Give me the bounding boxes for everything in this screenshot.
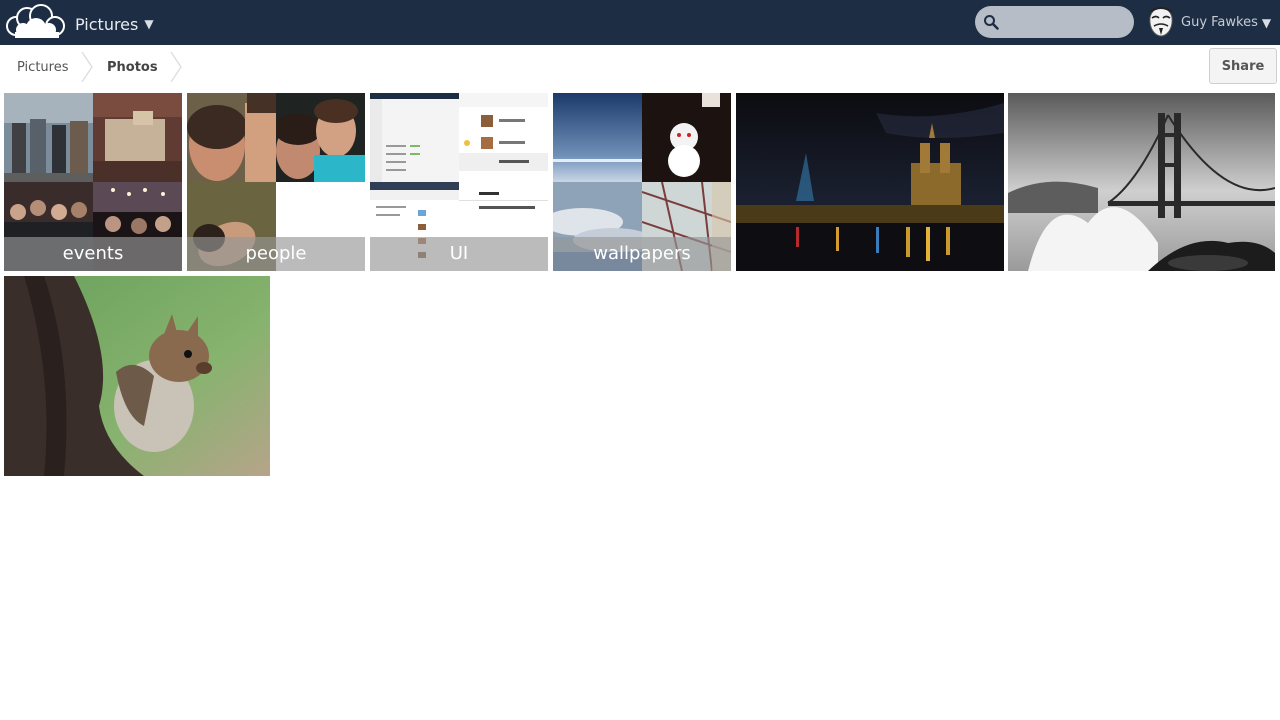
user-menu[interactable]: Guy Fawkes ▼ [1181,15,1271,30]
top-header: Pictures ▼ Guy Fawkes ▼ [0,0,1280,45]
cloud-logo-icon[interactable] [5,4,67,40]
photo-tile-cathedral-night[interactable] [736,93,1004,271]
avatar[interactable] [1146,6,1176,38]
photo-thumbnail [4,276,270,476]
album-label: people [187,237,365,271]
share-button[interactable]: Share [1209,48,1277,84]
app-name: Pictures [75,14,139,34]
photo-thumbnail [736,93,1004,271]
album-label: events [4,237,182,271]
album-tile-wallpapers[interactable]: wallpapers [553,93,731,271]
album-label: UI [370,237,548,271]
album-label: wallpapers [553,237,731,271]
album-tile-people[interactable]: people [187,93,365,271]
photo-tile-bridge[interactable] [1008,93,1275,271]
breadcrumb-separator [81,52,93,82]
user-name: Guy Fawkes [1181,15,1258,30]
album-tile-ui[interactable]: UI [370,93,548,271]
breadcrumb-separator [170,52,182,82]
album-thumbnail [187,93,276,182]
album-thumbnail [93,93,182,182]
album-thumbnail [459,93,548,182]
album-thumbnail [370,93,459,182]
album-thumbnail [276,93,365,182]
photo-tile-squirrel[interactable] [4,276,270,476]
photo-thumbnail [1008,93,1275,271]
album-thumbnail [4,93,93,182]
app-menu-toggle[interactable]: Pictures ▼ [75,13,154,35]
search-icon [984,15,999,30]
breadcrumb-item-photos[interactable]: Photos [107,45,158,89]
album-tile-events[interactable]: events [4,93,182,271]
chevron-down-icon: ▼ [144,17,154,31]
chevron-down-icon: ▼ [1261,15,1272,30]
breadcrumb-item-pictures[interactable]: Pictures [17,45,68,89]
album-thumbnail [553,93,642,182]
breadcrumb: Pictures Photos Share [0,45,1280,90]
album-thumbnail [642,93,731,182]
